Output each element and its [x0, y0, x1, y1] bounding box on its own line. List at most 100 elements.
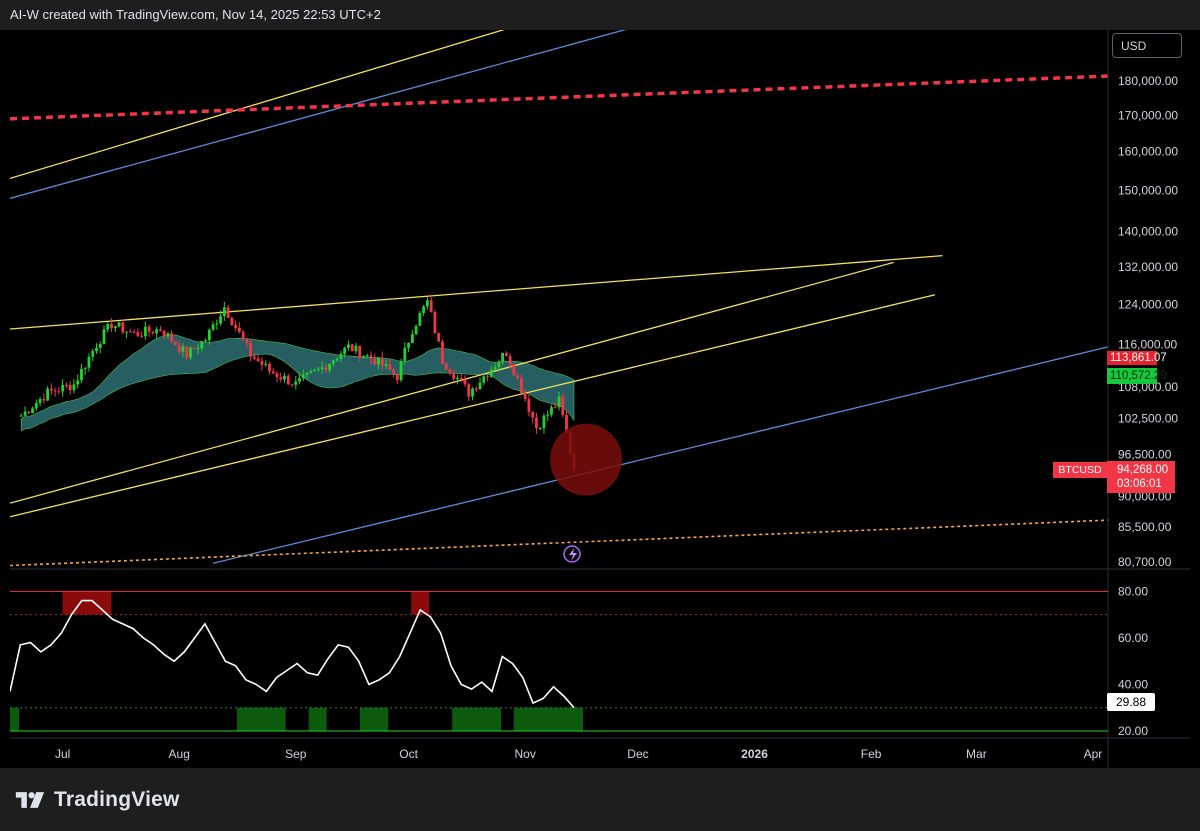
candle-body	[275, 373, 279, 378]
candle-body	[230, 317, 234, 326]
candle-body	[501, 352, 504, 363]
candle-body	[350, 344, 354, 352]
candle-body	[264, 363, 268, 365]
candle-body	[249, 342, 253, 357]
candle-body	[489, 369, 493, 377]
date-tick-label: Nov	[514, 747, 535, 761]
candle-body	[482, 376, 486, 383]
candle-body	[256, 358, 260, 362]
tradingview-logo[interactable]: TradingView	[14, 788, 180, 812]
candle-body	[166, 333, 170, 337]
chart-area[interactable]: 180,000.00 170,000.00 160,000.00 150,000.00…	[10, 30, 1190, 768]
candle-body	[57, 391, 61, 393]
candle-body	[31, 408, 34, 414]
candle-body	[324, 367, 328, 371]
candle-body	[535, 417, 538, 429]
candle-body	[219, 316, 222, 324]
candle-body	[309, 371, 313, 373]
candle-body	[204, 340, 207, 342]
candle-body	[407, 343, 410, 348]
candle-body	[132, 331, 136, 333]
candle-body	[87, 356, 91, 368]
candle-body	[68, 385, 72, 391]
candle-body	[384, 364, 388, 366]
candle-body	[486, 376, 489, 378]
date-tick-label: Mar	[966, 747, 987, 761]
candle-body	[467, 384, 471, 397]
candle-body	[65, 384, 68, 386]
candle-body	[452, 373, 456, 380]
candle-body	[403, 347, 407, 361]
candle-body	[550, 407, 553, 415]
candle-body	[170, 333, 174, 342]
candle-body	[237, 327, 241, 332]
candle-body	[369, 355, 373, 359]
rsi-oversold-zone	[267, 707, 286, 732]
trendline-yellow-3	[10, 255, 943, 330]
candle-body	[298, 378, 301, 382]
candle-body	[61, 384, 65, 392]
candle-body	[155, 329, 159, 334]
chart-canvas[interactable]: 180,000.00 170,000.00 160,000.00 150,000.00…	[10, 30, 1190, 768]
price-tick-label: 124,000.00	[1118, 297, 1178, 311]
rsi-overbought-zone	[93, 591, 112, 615]
candle-body	[519, 377, 523, 394]
candle-body	[377, 357, 380, 365]
candle-body	[113, 326, 117, 329]
ma-lower-price-tag: 110,572.29	[1107, 368, 1167, 384]
candle-body	[286, 375, 290, 385]
rsi-oversold-zone	[370, 707, 389, 732]
candle-body	[260, 361, 264, 365]
candle-body	[399, 360, 403, 381]
candle-body	[527, 399, 531, 412]
candle-body	[162, 330, 166, 337]
candle-body	[354, 345, 358, 352]
price-tick-label: 96,500.00	[1118, 448, 1172, 462]
candle-body	[414, 325, 418, 335]
candle-body	[320, 367, 324, 369]
candle-body	[34, 403, 38, 409]
candle-body	[102, 329, 106, 345]
rsi-oversold-zone	[565, 707, 584, 732]
lightning-icon	[563, 545, 581, 563]
candle-body	[177, 345, 181, 352]
candle-body	[553, 407, 557, 409]
candle-body	[181, 346, 185, 352]
candle-body	[192, 347, 196, 349]
candle-body	[140, 335, 144, 337]
attribution-text: AI-W created with TradingView.com, Nov 1…	[10, 7, 381, 22]
candle-body	[83, 367, 87, 369]
candle-body	[95, 347, 98, 351]
symbol-tag: BTCUSD	[1053, 462, 1107, 478]
candle-body	[459, 378, 463, 380]
price-tick-label: 102,500.00	[1118, 411, 1178, 425]
date-tick-label: Aug	[169, 747, 190, 761]
price-tick-label: 85,500.00	[1118, 520, 1172, 534]
candle-body	[433, 311, 437, 334]
candle-body	[301, 374, 305, 379]
candle-body	[117, 322, 121, 327]
price-tick-label: 140,000.00	[1118, 225, 1178, 239]
candle-body	[373, 358, 377, 365]
candle-body	[72, 384, 76, 391]
candle-body	[38, 399, 42, 404]
candle-body	[395, 373, 399, 381]
date-tick-label: Jul	[55, 747, 70, 761]
candle-body	[42, 399, 46, 401]
trendline-yellow-0	[10, 30, 505, 180]
candle-body	[196, 348, 200, 350]
candle-body	[271, 371, 275, 374]
candle-body	[215, 323, 219, 325]
date-tick-label: Oct	[399, 747, 418, 761]
candle-body	[200, 341, 204, 349]
candle-body	[290, 384, 294, 386]
candle-body	[268, 363, 271, 372]
candle-body	[279, 377, 283, 380]
candle-body	[335, 358, 339, 361]
currency-selector[interactable]: USD	[1112, 33, 1182, 58]
candle-body	[98, 344, 102, 348]
candle-body	[365, 355, 369, 357]
candle-body	[245, 339, 249, 343]
tradingview-wordmark: TradingView	[54, 788, 180, 811]
trendline-yellow-4	[10, 261, 894, 504]
